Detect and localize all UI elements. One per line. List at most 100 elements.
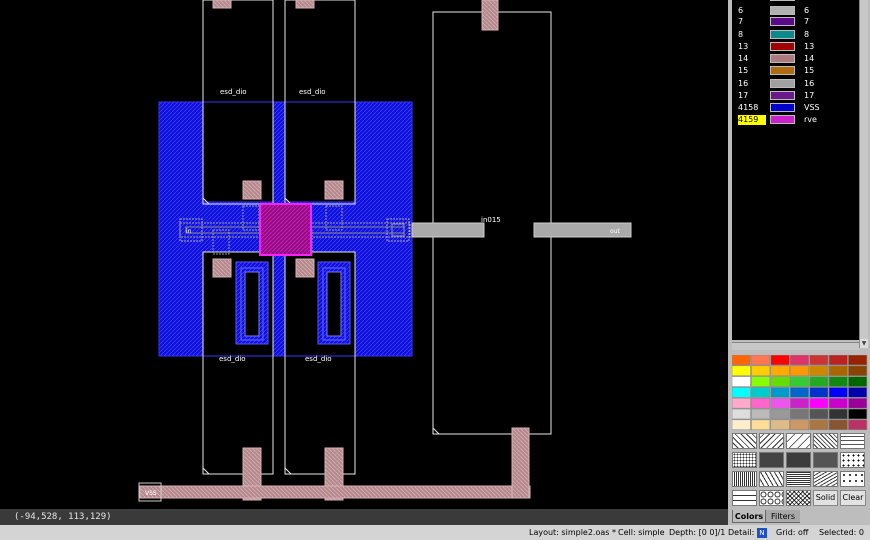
layer-row[interactable]: 15 15 (732, 66, 859, 76)
vss-rail-riser[interactable] (511, 427, 530, 499)
layout-canvas[interactable]: esd_dio esd_dio esd_dio esd_dio in015 VS… (0, 0, 728, 509)
clear-button[interactable]: Clear (840, 490, 866, 506)
pattern-dense-dots[interactable] (786, 452, 811, 468)
palette-color-swatch[interactable] (789, 387, 810, 398)
layer-list-hscrollbar[interactable] (732, 342, 859, 350)
palette-color-swatch[interactable] (731, 354, 751, 366)
palette-color-swatch[interactable] (848, 419, 868, 431)
pattern-brick[interactable] (732, 490, 757, 506)
pattern-diagonal-sparse[interactable] (786, 433, 811, 449)
pattern-mixed[interactable] (813, 471, 838, 487)
tab-filters[interactable]: Filters (766, 510, 800, 523)
palette-color-swatch[interactable] (848, 397, 868, 409)
layer-swatch[interactable] (770, 115, 795, 124)
layer-row[interactable]: 16 16 (732, 79, 859, 89)
palette-color-swatch[interactable] (731, 387, 751, 398)
vss-rail[interactable] (139, 485, 531, 499)
palette-color-swatch[interactable] (809, 354, 829, 366)
detail-level-icon[interactable]: N (756, 527, 767, 538)
selected-rve-shape[interactable] (259, 203, 312, 256)
layer-swatch[interactable] (770, 91, 795, 100)
pattern-diagonal-right[interactable] (759, 433, 784, 449)
layer-swatch[interactable] (770, 54, 795, 63)
palette-color-swatch[interactable] (809, 419, 829, 431)
layer-list[interactable]: 6 6 7 7 8 8 13 13 14 14 15 15 16 16 17 1… (732, 0, 859, 340)
pattern-diagonal-left[interactable] (732, 433, 757, 449)
tab-colors[interactable]: Colors (732, 510, 766, 523)
layer-row[interactable]: 14 14 (732, 54, 859, 64)
palette-color-swatch[interactable] (731, 408, 751, 420)
palette-color-swatch[interactable] (770, 419, 790, 431)
layer-list-scrollbar[interactable]: ▼ (859, 0, 868, 348)
palette-color-swatch[interactable] (751, 376, 771, 387)
layout-drawing[interactable]: esd_dio esd_dio esd_dio esd_dio in015 VS… (0, 0, 728, 509)
palette-color-swatch[interactable] (789, 397, 810, 409)
layer-row[interactable]: 7 7 (732, 17, 859, 27)
pattern-cross-diagonal[interactable] (813, 433, 838, 449)
layer-row[interactable]: 17 17 (732, 91, 859, 101)
palette-color-swatch[interactable] (828, 365, 848, 377)
palette-color-swatch[interactable] (751, 419, 771, 431)
layer-row[interactable]: 8 8 (732, 30, 859, 40)
palette-color-swatch[interactable] (751, 354, 771, 366)
palette-color-swatch[interactable] (770, 365, 790, 377)
palette-color-swatch[interactable] (809, 397, 829, 409)
layer-row[interactable]: 6 6 (732, 6, 859, 16)
contact-pad[interactable] (295, 0, 315, 9)
palette-color-swatch[interactable] (731, 365, 751, 377)
layer-swatch[interactable] (770, 103, 795, 112)
palette-color-swatch[interactable] (770, 354, 790, 366)
palette-color-swatch[interactable] (789, 419, 810, 431)
layer-row[interactable]: 4158 VSS (732, 103, 859, 113)
layer-swatch[interactable] (770, 30, 795, 39)
palette-color-swatch[interactable] (770, 408, 790, 420)
palette-color-swatch[interactable] (751, 365, 771, 377)
palette-color-swatch[interactable] (828, 419, 848, 431)
palette-color-swatch[interactable] (828, 408, 848, 420)
palette-color-swatch[interactable] (789, 408, 810, 420)
palette-color-swatch[interactable] (751, 408, 771, 420)
contact-pad[interactable] (324, 180, 344, 200)
palette-color-swatch[interactable] (789, 365, 810, 377)
pattern-wave-2[interactable] (759, 471, 784, 487)
layer-row[interactable] (732, 0, 859, 5)
palette-color-swatch[interactable] (848, 354, 868, 366)
palette-color-swatch[interactable] (731, 376, 751, 387)
layer-swatch[interactable] (770, 79, 795, 88)
pattern-dark[interactable] (759, 452, 784, 468)
pattern-sparse-plus[interactable] (840, 471, 865, 487)
gray-pin-in015[interactable] (411, 222, 485, 238)
layer-swatch[interactable] (770, 0, 795, 1)
pattern-dots[interactable] (732, 452, 757, 468)
palette-color-swatch[interactable] (848, 365, 868, 377)
pattern-dark-2[interactable] (813, 452, 838, 468)
contact-pad[interactable] (295, 258, 315, 278)
layer-row-selected[interactable]: 4159 rve (732, 115, 859, 125)
color-palette-grid[interactable] (731, 354, 868, 431)
pattern-circles[interactable] (759, 490, 784, 506)
palette-color-swatch[interactable] (770, 387, 790, 398)
pattern-horizontal[interactable] (786, 471, 811, 487)
contact-pad[interactable] (242, 180, 262, 200)
palette-color-swatch[interactable] (789, 376, 810, 387)
palette-color-swatch[interactable] (731, 419, 751, 431)
palette-color-swatch[interactable] (751, 387, 771, 398)
layer-swatch[interactable] (770, 6, 795, 15)
solid-button[interactable]: Solid (813, 490, 838, 506)
palette-color-swatch[interactable] (828, 376, 848, 387)
scroll-down-arrow-icon[interactable]: ▼ (860, 339, 868, 348)
palette-color-swatch[interactable] (731, 397, 751, 409)
palette-color-swatch[interactable] (848, 387, 868, 398)
layer-row[interactable]: 13 13 (732, 42, 859, 52)
palette-color-swatch[interactable] (770, 397, 790, 409)
layer-swatch[interactable] (770, 66, 795, 75)
contact-pad[interactable] (481, 0, 499, 31)
pattern-vertical[interactable] (732, 471, 757, 487)
palette-color-swatch[interactable] (809, 387, 829, 398)
palette-color-swatch[interactable] (809, 408, 829, 420)
palette-color-swatch[interactable] (751, 397, 771, 409)
palette-color-swatch[interactable] (828, 397, 848, 409)
pattern-wave[interactable] (840, 433, 865, 449)
pattern-sparse-dots[interactable] (840, 452, 865, 468)
palette-color-swatch[interactable] (848, 408, 868, 420)
